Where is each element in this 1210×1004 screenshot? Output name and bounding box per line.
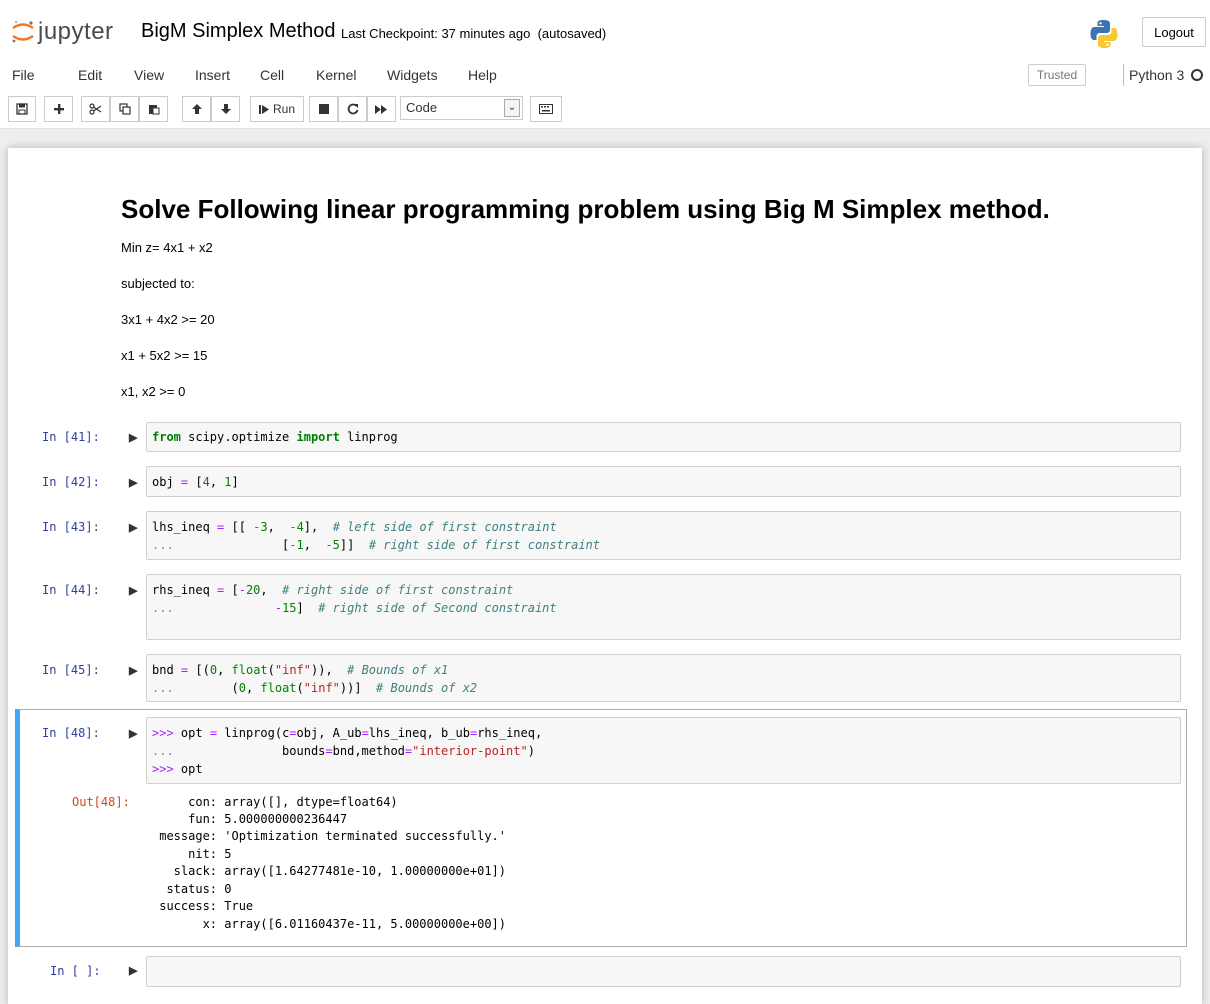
code-line: ... [-1, -5]] # right side of first cons… (152, 538, 600, 552)
stop-icon (318, 104, 329, 114)
markdown-line: x1, x2 >= 0 (121, 384, 186, 399)
code-line: rhs_ineq = [-20, # right side of first c… (152, 583, 514, 597)
paste-icon (148, 105, 159, 115)
toolbar: Run Code ⌄ (0, 96, 1210, 126)
logout-button[interactable]: Logout (1142, 17, 1206, 47)
save-icon (16, 103, 28, 115)
output-line: nit: 5 (152, 847, 232, 861)
run-cell-icon[interactable]: ▶ (129, 727, 137, 740)
run-cell-icon[interactable]: ▶ (129, 521, 137, 534)
notebook-name[interactable]: BigM Simplex Method (141, 20, 336, 43)
arrow-up-icon (191, 104, 202, 114)
copy-icon (118, 103, 131, 115)
insert-cell-button[interactable] (44, 96, 73, 122)
save-button[interactable] (8, 96, 36, 122)
cut-button[interactable] (81, 96, 110, 122)
restart-run-all-button[interactable] (367, 96, 396, 122)
run-icon (258, 104, 269, 114)
menu-edit[interactable]: Edit (78, 67, 102, 83)
keyboard-icon (539, 104, 553, 114)
brand-name: jupyter (38, 18, 114, 45)
menu-kernel[interactable]: Kernel (316, 67, 356, 83)
code-cell-input[interactable]: from scipy.optimize import linprog (146, 422, 1181, 452)
plus-icon (53, 104, 64, 114)
menu-cell[interactable]: Cell (260, 67, 284, 83)
menu-help[interactable]: Help (468, 67, 497, 83)
code-line: >>> opt = linprog(c=obj, A_ub=lhs_ineq, … (152, 726, 543, 740)
paste-button[interactable] (139, 96, 168, 122)
code-line: >>> opt (152, 762, 203, 776)
cell-type-select[interactable]: Code ⌄ (400, 96, 523, 120)
code-cell-input[interactable]: bnd = [(0, float("inf")), # Bounds of x1… (146, 654, 1181, 702)
jupyter-logo[interactable]: jupyter (10, 16, 114, 48)
run-cell-icon[interactable]: ▶ (129, 476, 137, 489)
run-cell-icon[interactable]: ▶ (129, 664, 137, 677)
output-line: status: 0 (152, 882, 232, 896)
kernel-separator (1123, 64, 1124, 86)
code-cell-input[interactable]: rhs_ineq = [-20, # right side of first c… (146, 574, 1181, 640)
restart-button[interactable] (338, 96, 367, 122)
trusted-indicator[interactable]: Trusted (1028, 64, 1086, 86)
output-prompt: Out[48]: (72, 795, 130, 809)
code-cell-input[interactable]: obj = [4, 1] (146, 466, 1181, 497)
menu-file[interactable]: File (12, 67, 35, 83)
python-logo-icon (1090, 20, 1118, 48)
run-cell-icon[interactable]: ▶ (129, 584, 137, 597)
move-down-button[interactable] (211, 96, 240, 122)
markdown-line: subjected to: (121, 276, 195, 291)
menu-insert[interactable]: Insert (195, 67, 230, 83)
output-line: x: array([6.01160437e-11, 5.00000000e+00… (152, 917, 507, 931)
menu-widgets[interactable]: Widgets (387, 67, 438, 83)
output-line: success: True (152, 899, 254, 913)
fast-forward-icon (375, 104, 387, 114)
cell-type-value: Code (406, 100, 438, 115)
code-line: ... -15] # right side of Second constrai… (152, 601, 557, 615)
markdown-line: 3x1 + 4x2 >= 20 (121, 312, 215, 327)
move-up-button[interactable] (182, 96, 211, 122)
output-line: message: 'Optimization terminated succes… (152, 829, 507, 843)
cell-prompt: In [45]: (42, 663, 100, 677)
code-line: bnd = [(0, float("inf")), # Bounds of x1 (152, 663, 449, 677)
cell-prompt: In [48]: (42, 726, 100, 740)
code-line: from scipy.optimize import linprog (152, 430, 398, 444)
code-line: lhs_ineq = [[ -3, -4], # left side of fi… (152, 520, 557, 534)
checkpoint-status: Last Checkpoint: 37 minutes ago (autosav… (341, 26, 607, 41)
code-cell-input[interactable]: >>> opt = linprog(c=obj, A_ub=lhs_ineq, … (146, 717, 1181, 784)
markdown-line: x1 + 5x2 >= 15 (121, 348, 208, 363)
cell-prompt: In [42]: (42, 475, 100, 489)
chevron-down-icon: ⌄ (504, 99, 520, 117)
markdown-line: Min z= 4x1 + x2 (121, 240, 213, 255)
cell-prompt: In [44]: (42, 583, 100, 597)
cell-prompt: In [43]: (42, 520, 100, 534)
notebook-header: jupyter BigM Simplex Method Last Checkpo… (0, 0, 1210, 129)
empty-code-cell-input[interactable] (146, 956, 1181, 987)
code-line: obj = [4, 1] (152, 475, 239, 489)
arrow-down-icon (220, 104, 231, 114)
run-cell-icon[interactable]: ▶ (129, 431, 137, 444)
interrupt-button[interactable] (309, 96, 338, 122)
restart-icon (347, 103, 358, 115)
code-cell-input[interactable]: lhs_ineq = [[ -3, -4], # left side of fi… (146, 511, 1181, 560)
jupyter-logo-icon (12, 21, 34, 43)
output-line: fun: 5.000000000236447 (152, 812, 348, 826)
run-button[interactable]: Run (250, 96, 304, 122)
code-line: ... (0, float("inf"))] # Bounds of x2 (152, 681, 478, 695)
run-label: Run (272, 102, 295, 116)
code-line: ... bounds=bnd,method="interior-point") (152, 744, 535, 758)
run-cell-icon[interactable]: ▶ (129, 964, 137, 977)
output-line: slack: array([1.64277481e-10, 1.00000000… (152, 864, 507, 878)
copy-button[interactable] (110, 96, 139, 122)
menu-view[interactable]: View (134, 67, 164, 83)
cell-prompt: In [ ]: (50, 964, 101, 978)
markdown-heading: Solve Following linear programming probl… (121, 194, 1050, 224)
output-line: con: array([], dtype=float64) (152, 795, 398, 809)
title-row: jupyter BigM Simplex Method Last Checkpo… (0, 0, 1210, 60)
cell-prompt: In [41]: (42, 430, 100, 444)
cut-icon (89, 103, 102, 115)
command-palette-button[interactable] (530, 96, 562, 122)
kernel-name[interactable]: Python 3 (1129, 67, 1184, 83)
kernel-idle-icon (1191, 69, 1203, 81)
